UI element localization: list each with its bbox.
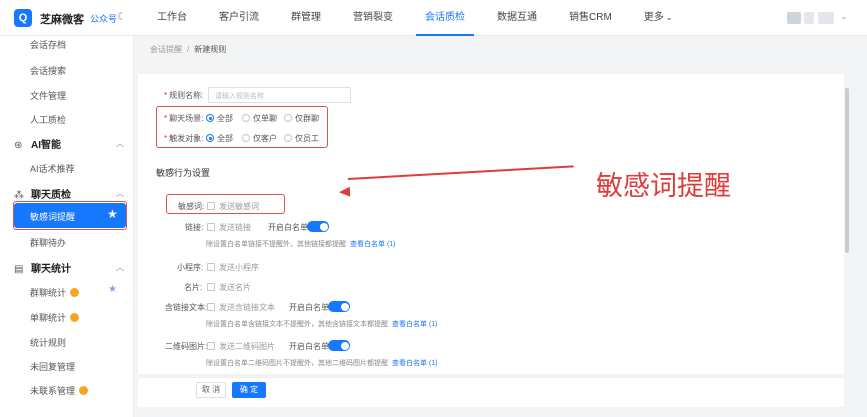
nav-item-data-sync[interactable]: 数据互通 bbox=[488, 0, 546, 36]
qr-whitelist-label: 开启白名单 bbox=[289, 342, 329, 351]
sidebar-group-chat-stats[interactable]: ▤ 聊天统计 bbox=[14, 260, 71, 275]
vip-medal-icon bbox=[79, 386, 89, 395]
link-hint: 除设置白名单链接不提醒外，其他链接都提醒 查看白名单 (1) bbox=[206, 241, 396, 248]
link-text-whitelist-label: 开启白名单 bbox=[289, 303, 329, 312]
nav-item-group-management[interactable]: 群管理 bbox=[282, 0, 330, 36]
user-info-blurred bbox=[804, 12, 814, 24]
sidebar-item-unreplied[interactable]: 未回复管理 bbox=[30, 360, 75, 373]
sidebar-group-chat-qc[interactable]: ⁂ 聊天质检 bbox=[14, 186, 71, 201]
highlight-box-sensitive-word bbox=[166, 194, 285, 214]
sidebar-item-group-stats[interactable]: 群聊统计 bbox=[30, 286, 80, 299]
sidebar-item-ai-script[interactable]: AI话术推荐 bbox=[30, 162, 75, 175]
link-text-whitelist-toggle[interactable] bbox=[328, 301, 350, 312]
highlight-box-scene-target bbox=[156, 106, 328, 148]
nav-item-more[interactable]: 更多 ⌄ bbox=[635, 0, 682, 36]
theme-toggle-icon[interactable]: ☾ bbox=[117, 10, 127, 23]
sidebar-group-ai[interactable]: ⊛ AI智能 bbox=[14, 136, 61, 151]
sidebar-item-stats-rules[interactable]: 统计规则 bbox=[30, 336, 66, 349]
chevron-up-icon[interactable]: ︿ bbox=[116, 138, 124, 149]
star-icon[interactable]: ★ bbox=[108, 284, 117, 295]
breadcrumb-current: 新建规则 bbox=[194, 45, 227, 54]
chevron-up-icon[interactable]: ︿ bbox=[116, 188, 124, 199]
sidebar-item-manual-qc[interactable]: 人工质检 bbox=[30, 113, 66, 126]
qc-icon: ⁂ bbox=[14, 190, 24, 201]
breadcrumb-parent[interactable]: 会话提醒 bbox=[150, 45, 182, 54]
chevron-up-icon[interactable]: ︿ bbox=[116, 262, 124, 273]
top-bar: Q 芝麻微客 公众号 ☾ 工作台 客户引流 群管理 营销裂变 会话质检 数据互通… bbox=[0, 0, 867, 36]
qr-image-label: 二维码图片: bbox=[165, 342, 208, 351]
brand-name: 芝麻微客 bbox=[40, 14, 84, 26]
scrollbar[interactable] bbox=[845, 88, 849, 253]
rule-name-label: * 规则名称: bbox=[164, 91, 204, 100]
sidebar-item-single-stats[interactable]: 单聊统计 bbox=[30, 311, 80, 324]
sidebar-item-session-archive[interactable]: 会话存档 bbox=[30, 38, 66, 51]
app-logo-icon[interactable]: Q bbox=[14, 9, 32, 27]
nav-item-session-qc[interactable]: 会话质检 bbox=[416, 0, 474, 36]
sidebar-item-session-search[interactable]: 会话搜索 bbox=[30, 64, 66, 77]
link-whitelist-toggle[interactable] bbox=[307, 221, 329, 232]
chevron-down-icon: ⌄ bbox=[665, 13, 673, 22]
rule-name-input[interactable]: 请输入规则名称 bbox=[208, 87, 351, 103]
link-text-view-whitelist[interactable]: 查看白名单 (1) bbox=[392, 321, 438, 328]
qr-image-checkbox[interactable]: 发送二维码图片 bbox=[207, 341, 275, 352]
mini-program-label: 小程序: bbox=[177, 263, 204, 272]
user-name-blurred bbox=[818, 12, 834, 24]
sidebar-item-uncontacted[interactable]: 未联系管理 bbox=[30, 384, 89, 397]
annotation-text: 敏感词提醒 bbox=[596, 171, 731, 202]
main-nav: 工作台 客户引流 群管理 营销裂变 会话质检 数据互通 销售CRM 更多 ⌄ bbox=[148, 0, 695, 36]
sidebar-item-group-todo[interactable]: 群聊待办 bbox=[30, 236, 66, 249]
link-checkbox[interactable]: 发送链接 bbox=[207, 222, 251, 233]
vip-medal-icon bbox=[70, 313, 80, 322]
link-text-label: 含链接文本: bbox=[165, 303, 208, 312]
confirm-button[interactable]: 确 定 bbox=[232, 382, 266, 398]
qr-view-whitelist[interactable]: 查看白名单 (1) bbox=[392, 360, 438, 367]
card-checkbox[interactable]: 发送名片 bbox=[207, 282, 251, 293]
highlight-box-sidebar bbox=[13, 201, 127, 230]
link-view-whitelist[interactable]: 查看白名单 (1) bbox=[350, 241, 396, 248]
breadcrumb: 会话提醒 / 新建规则 bbox=[150, 45, 227, 54]
nav-item-sales-crm[interactable]: 销售CRM bbox=[560, 0, 621, 36]
nav-item-workbench[interactable]: 工作台 bbox=[148, 0, 196, 36]
user-menu-chevron-icon[interactable]: ⌄ bbox=[840, 11, 848, 22]
nav-item-marketing[interactable]: 营销裂变 bbox=[344, 0, 402, 36]
vip-medal-icon bbox=[70, 288, 80, 297]
link-label: 链接: bbox=[185, 223, 204, 232]
qr-hint: 除设置白名单二维码图片不提醒外，其他二维码图片都提醒 查看白名单 (1) bbox=[206, 360, 438, 367]
stats-icon: ▤ bbox=[14, 264, 24, 275]
nav-item-customer-acquisition[interactable]: 客户引流 bbox=[210, 0, 268, 36]
avatar[interactable] bbox=[787, 12, 801, 24]
qr-whitelist-toggle[interactable] bbox=[328, 340, 350, 351]
link-text-checkbox[interactable]: 发送含链接文本 bbox=[207, 302, 275, 313]
section-title-sensitive-behavior: 敏感行为设置 bbox=[156, 168, 211, 178]
annotation-arrow-head bbox=[338, 186, 351, 198]
link-whitelist-label: 开启白名单 bbox=[268, 223, 308, 232]
card-label: 名片: bbox=[184, 283, 203, 292]
sidebar-item-file-management[interactable]: 文件管理 bbox=[30, 89, 66, 102]
cancel-button[interactable]: 取 消 bbox=[196, 382, 226, 398]
mini-program-checkbox[interactable]: 发送小程序 bbox=[207, 262, 259, 273]
link-text-hint: 除设置白名单含链接文本不提醒外，其他含链接文本都提醒 查看白名单 (1) bbox=[206, 321, 438, 328]
account-switch[interactable]: 公众号 bbox=[90, 12, 117, 25]
ai-icon: ⊛ bbox=[14, 140, 23, 151]
